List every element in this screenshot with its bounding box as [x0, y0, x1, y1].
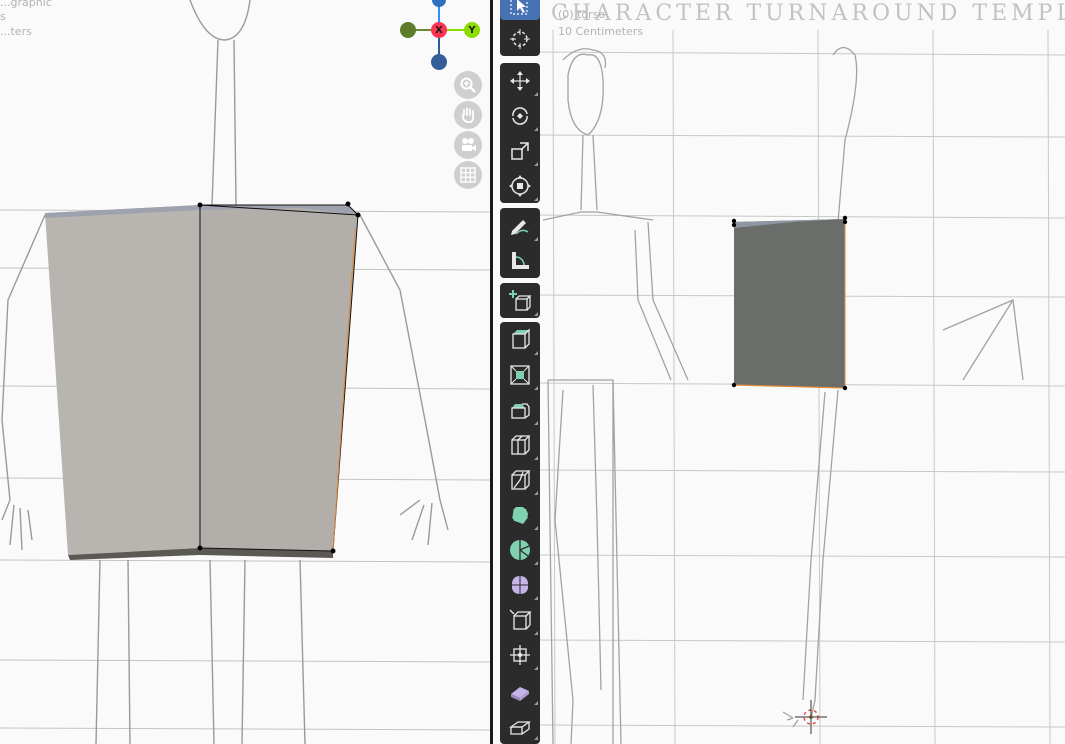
shear-icon [511, 686, 529, 701]
zoom-icon [460, 77, 476, 93]
transform-icon [509, 174, 531, 197]
spin-tool[interactable] [500, 532, 540, 567]
side-viewport[interactable]: CHARACTER TURNAROUND TEMPLATE (0) torso … [493, 0, 1065, 744]
shrink-fatten-icon [510, 644, 530, 665]
hand-pan-icon [461, 107, 475, 123]
pan-button[interactable] [454, 101, 482, 129]
gizmo-x-axis[interactable]: X [431, 22, 447, 38]
bevel-tool[interactable] [500, 392, 540, 427]
navigation-gizmo[interactable]: X Y [398, 0, 483, 70]
shear-tool[interactable] [500, 672, 540, 707]
pencil-icon [511, 219, 529, 235]
spin-icon [510, 539, 530, 560]
inset-faces-tool[interactable] [500, 357, 540, 392]
rotate-tool[interactable] [500, 98, 540, 133]
rip-region-tool[interactable] [500, 707, 540, 742]
extrude-region-tool[interactable] [500, 322, 540, 357]
tool-group-add [500, 283, 540, 318]
select-box-tool[interactable] [500, 0, 540, 20]
annotate-tool[interactable] [500, 208, 540, 243]
zoom-button[interactable] [454, 71, 482, 99]
viewport-info-line-1: ...graphic [0, 0, 52, 9]
camera-view-button[interactable] [454, 131, 482, 159]
gizmo-y-axis[interactable]: Y [464, 22, 480, 38]
camera-icon [462, 138, 476, 151]
scale-tool[interactable] [500, 133, 540, 168]
rip-region-icon [508, 720, 532, 735]
front-viewport[interactable]: ...graphic s ...ters X Y [0, 0, 490, 744]
scale-info-text: 10 Centimeters [558, 25, 644, 38]
scale-icon [511, 141, 529, 160]
shrink-fatten-tool[interactable] [500, 637, 540, 672]
poly-build-tool[interactable] [500, 497, 540, 532]
smooth-icon [512, 575, 528, 594]
bevel-icon [511, 402, 530, 419]
grid-icon [460, 167, 476, 183]
3d-cursor-icon[interactable] [493, 0, 1065, 744]
move-icon [510, 70, 530, 91]
tool-shelf [500, 0, 540, 744]
tool-group-mesh [500, 322, 540, 744]
transform-tool[interactable] [500, 168, 540, 203]
rotate-icon [512, 106, 528, 125]
add-cube-icon [509, 289, 532, 311]
smooth-tool[interactable] [500, 567, 540, 602]
inset-icon [510, 364, 530, 385]
object-info-text: (0) torso [558, 8, 606, 21]
measure-tool[interactable] [500, 243, 540, 278]
extrude-icon [512, 327, 530, 349]
torso-mesh-front[interactable] [0, 0, 490, 744]
perspective-toggle-button[interactable] [454, 161, 482, 189]
loop-cut-tool[interactable] [500, 427, 540, 462]
tool-group-transform [500, 63, 540, 203]
poly-build-icon [510, 505, 531, 524]
viewport-info-line-3: ...ters [0, 25, 32, 38]
edge-slide-icon [509, 609, 532, 630]
tool-group-select [500, 0, 540, 56]
loop-cut-icon [511, 434, 531, 455]
cursor-tool[interactable] [500, 21, 540, 56]
edge-slide-tool[interactable] [500, 602, 540, 637]
viewport-info-line-2: s [0, 10, 6, 23]
knife-tool[interactable] [500, 462, 540, 497]
move-tool[interactable] [500, 63, 540, 98]
cursor-icon [510, 28, 530, 49]
select-box-icon [510, 0, 528, 15]
ruler-icon [512, 251, 529, 269]
add-cube-tool[interactable] [500, 283, 540, 318]
knife-icon [511, 469, 531, 490]
tool-group-annotate [500, 208, 540, 278]
